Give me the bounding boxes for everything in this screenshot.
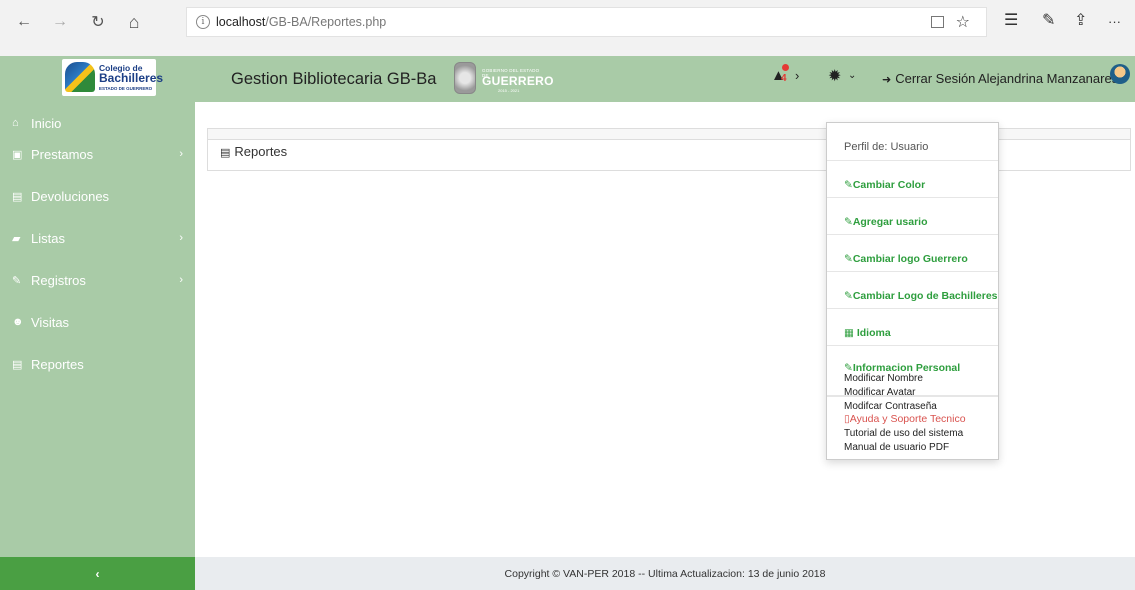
sidebar: ⌂ Inicio ▣ Prestamos › ▤ Devoluciones ▰ … xyxy=(0,102,195,557)
chevron-right-icon: › xyxy=(179,274,183,286)
sidebar-item-registros[interactable]: ✎ Registros › xyxy=(0,259,195,301)
logout-icon: ➜ xyxy=(882,74,892,86)
pencil-icon: ✎ xyxy=(844,253,853,265)
forward-icon[interactable]: → xyxy=(50,12,70,32)
more-icon[interactable]: ··· xyxy=(1108,14,1121,29)
logout-label: Cerrar Sesión xyxy=(895,71,976,86)
manual-link[interactable]: Manual de usuario PDF xyxy=(844,441,966,455)
file-text-icon: ▤ xyxy=(12,358,23,371)
address-bar[interactable]: i localhost/GB-BA/Reportes.php ☆ xyxy=(186,7,987,37)
logo-text-line3: ESTADO DE GUERRERO xyxy=(99,86,153,91)
change-logo-bachilleres-item[interactable]: ✎Cambiar Logo de Bachilleres xyxy=(827,272,998,309)
sidebar-item-label: Listas xyxy=(31,230,65,246)
notification-dot xyxy=(782,64,789,71)
footer: Copyright © VAN-PER 2018 -- Ultima Actua… xyxy=(195,557,1135,590)
language-icon: ▦ xyxy=(844,327,857,339)
app-title: Gestion Bibliotecaria GB-Ba xyxy=(231,70,437,88)
guerrero-logo-years: 2015 - 2021 xyxy=(498,88,520,93)
sidebar-item-label: Devoluciones xyxy=(31,188,110,204)
sidebar-item-devoluciones[interactable]: ▤ Devoluciones xyxy=(0,175,195,217)
app-header: Colegio de Bachilleres ESTADO DE GUERRER… xyxy=(0,56,1135,102)
footer-text: Copyright © VAN-PER 2018 -- Ultima Actua… xyxy=(504,567,826,580)
guerrero-logo: GOBIERNO DEL ESTADO DE GUERRERO 2015 - 2… xyxy=(454,62,553,96)
refresh-icon[interactable]: ↻ xyxy=(88,12,108,32)
sidebar-item-listas[interactable]: ▰ Listas › xyxy=(0,217,195,259)
info-icon[interactable]: i xyxy=(196,15,210,29)
tutorial-link[interactable]: Tutorial de uso del sistema xyxy=(844,427,966,441)
add-user-item[interactable]: ✎Agregar usario xyxy=(827,198,998,235)
panel-title: ▤ Reportes xyxy=(220,144,287,159)
personal-info-links: Modificar Nombre Modificar Avatar Modifc… xyxy=(844,372,937,414)
home-icon: ⌂ xyxy=(12,117,19,129)
notification-count: 4 xyxy=(781,73,787,84)
gear-icon[interactable]: ✹ xyxy=(828,66,841,86)
edit-icon: ✎ xyxy=(12,274,22,287)
sidebar-item-reportes[interactable]: ▤ Reportes xyxy=(0,343,195,385)
help-label: Ayuda y Soporte Tecnico xyxy=(849,413,966,425)
chevron-right-icon[interactable]: › xyxy=(795,68,799,83)
chevron-right-icon: › xyxy=(179,232,183,244)
help-section: ▯Ayuda y Soporte Tecnico Tutorial de uso… xyxy=(844,409,966,455)
change-logo-guerrero-label: Cambiar logo Guerrero xyxy=(852,253,968,265)
chevron-right-icon: › xyxy=(179,148,183,160)
pencil-icon: ✎ xyxy=(844,216,853,228)
url-host: localhost xyxy=(216,15,266,29)
sidebar-item-visitas[interactable]: ☻ Visitas xyxy=(0,301,195,343)
back-icon[interactable]: ← xyxy=(14,12,34,32)
calendar-icon: ▤ xyxy=(12,190,23,203)
sidebar-item-label: Registros xyxy=(31,272,86,288)
profile-label: Perfil de: Usuario xyxy=(844,141,929,153)
reading-view-icon[interactable] xyxy=(931,16,944,28)
browser-chrome: ← → ↻ ⌂ i localhost/GB-BA/Reportes.php ☆… xyxy=(0,0,1135,56)
sidebar-item-label: Prestamos xyxy=(31,146,94,162)
calendar-check-icon: ▣ xyxy=(12,148,23,161)
sidebar-item-prestamos[interactable]: ▣ Prestamos › xyxy=(0,133,195,175)
change-color-label: Cambiar Color xyxy=(852,179,926,191)
book-icon: ▰ xyxy=(12,232,21,245)
modify-avatar-link[interactable]: Modificar Avatar xyxy=(844,386,937,400)
change-logo-bachilleres-label: Cambiar Logo de Bachilleres xyxy=(852,290,998,302)
sidebar-item-label: Inicio xyxy=(31,115,62,131)
dropdown-profile: Perfil de: Usuario xyxy=(827,123,998,161)
pen-icon[interactable]: ✎ xyxy=(1042,10,1055,30)
guerrero-logo-big: GUERRERO xyxy=(482,74,554,88)
avatar[interactable] xyxy=(1110,64,1130,84)
url-path: /GB-BA/Reportes.php xyxy=(265,15,387,29)
change-logo-guerrero-item[interactable]: ✎Cambiar logo Guerrero xyxy=(827,235,998,272)
language-label: Idioma xyxy=(856,327,891,339)
bachilleres-emblem-icon xyxy=(65,62,95,92)
user-name[interactable]: Alejandrina Manzanares xyxy=(978,71,1118,86)
pencil-icon: ✎ xyxy=(844,290,853,302)
sidebar-item-label: Visitas xyxy=(31,314,70,330)
add-user-label: Agregar usario xyxy=(852,216,928,228)
language-item[interactable]: ▦ Idioma xyxy=(827,309,998,346)
logout-button[interactable]: ➜ Cerrar Sesión xyxy=(882,71,975,86)
users-icon: ☻ xyxy=(12,316,24,328)
change-color-item[interactable]: ✎Cambiar Color xyxy=(827,161,998,198)
bachilleres-logo[interactable]: Colegio de Bachilleres ESTADO DE GUERRER… xyxy=(62,59,163,96)
share-icon[interactable]: ⇪ xyxy=(1074,10,1087,30)
modify-name-link[interactable]: Modificar Nombre xyxy=(844,372,937,386)
home-icon[interactable]: ⌂ xyxy=(124,12,144,32)
sidebar-item-label: Reportes xyxy=(31,356,84,372)
favorites-list-icon[interactable]: ☰ xyxy=(1004,10,1018,30)
settings-dropdown: Perfil de: Usuario ✎Cambiar Color ✎Agreg… xyxy=(826,122,999,460)
chevron-down-icon[interactable]: ⌄ xyxy=(848,70,856,81)
file-text-icon: ▤ xyxy=(220,147,231,159)
pencil-icon: ✎ xyxy=(844,179,853,191)
panel-title-text: Reportes xyxy=(234,144,288,159)
favorite-star-icon[interactable]: ☆ xyxy=(956,12,970,32)
logo-text-line2: Bachilleres xyxy=(99,71,164,85)
sidebar-collapse-button[interactable]: ‹ xyxy=(0,557,195,590)
guerrero-seal-icon xyxy=(454,62,476,94)
